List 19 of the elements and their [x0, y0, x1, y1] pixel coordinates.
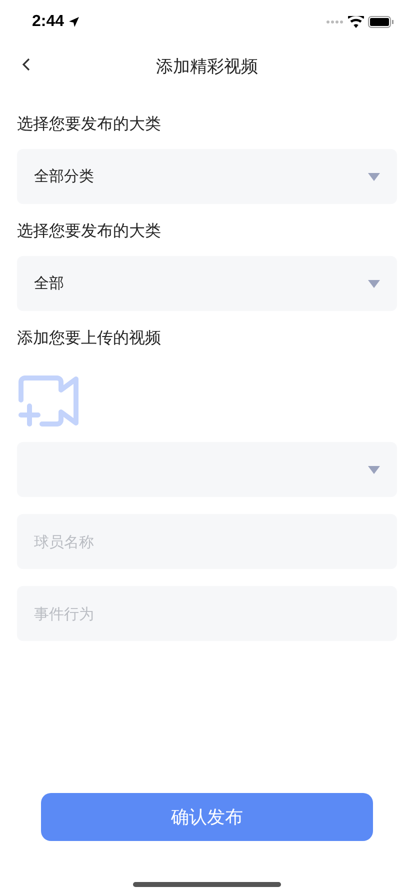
field-label: 选择您要发布的大类: [17, 113, 161, 135]
battery-icon: [368, 16, 394, 28]
field-label: 选择您要发布的大类: [17, 220, 161, 242]
dropdown-select[interactable]: [17, 442, 397, 497]
input-field[interactable]: 事件行为: [17, 586, 397, 641]
dropdown-caret-icon: [368, 466, 380, 474]
dropdown-select[interactable]: 全部分类: [17, 149, 397, 204]
dropdown-select[interactable]: 全部: [17, 256, 397, 311]
dropdown-caret-icon: [368, 280, 380, 288]
wifi-icon: [348, 16, 364, 28]
add-video-icon[interactable]: [17, 375, 79, 428]
status-time: 2:44: [32, 13, 64, 31]
field-label: 添加您要上传的视频: [17, 327, 161, 349]
signal-icon: [326, 20, 344, 24]
dropdown-caret-icon: [368, 172, 380, 180]
input-field[interactable]: 球员名称: [17, 514, 397, 569]
page-title: 添加精彩视频: [156, 56, 258, 78]
location-arrow-icon: [68, 16, 80, 28]
chevron-left-icon: [22, 58, 30, 71]
